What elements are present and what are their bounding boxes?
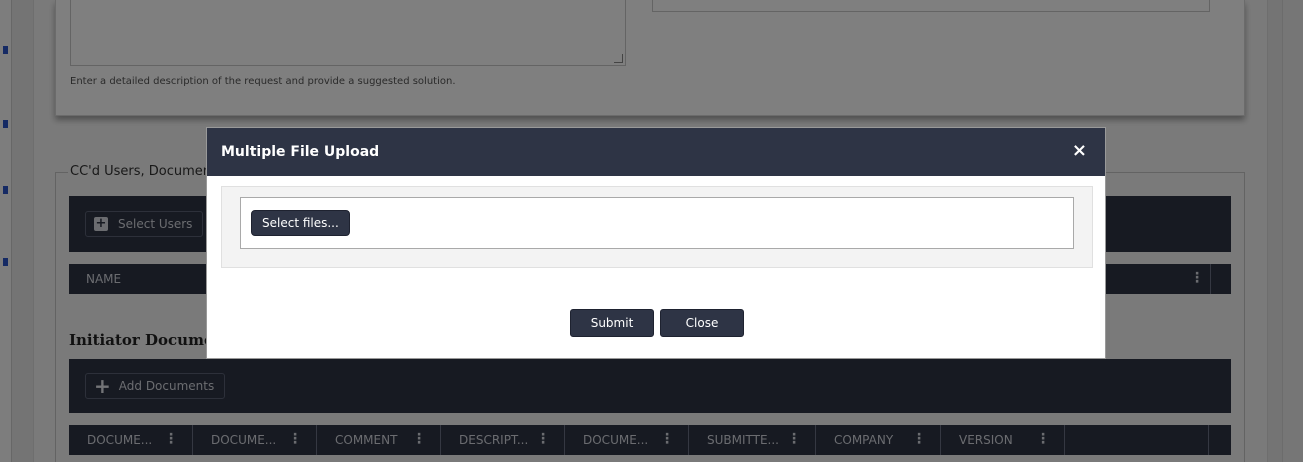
close-icon[interactable]: ×	[1072, 140, 1087, 161]
upload-area: Select files...	[221, 186, 1093, 268]
select-files-button[interactable]: Select files...	[251, 210, 350, 236]
file-drop-zone[interactable]: Select files...	[240, 197, 1074, 249]
dialog-header: Multiple File Upload ×	[207, 128, 1105, 176]
submit-button[interactable]: Submit	[570, 309, 654, 337]
multiple-file-upload-dialog: Multiple File Upload × Select files... S…	[206, 127, 1106, 359]
close-button[interactable]: Close	[660, 309, 744, 337]
dialog-title: Multiple File Upload	[221, 144, 380, 160]
